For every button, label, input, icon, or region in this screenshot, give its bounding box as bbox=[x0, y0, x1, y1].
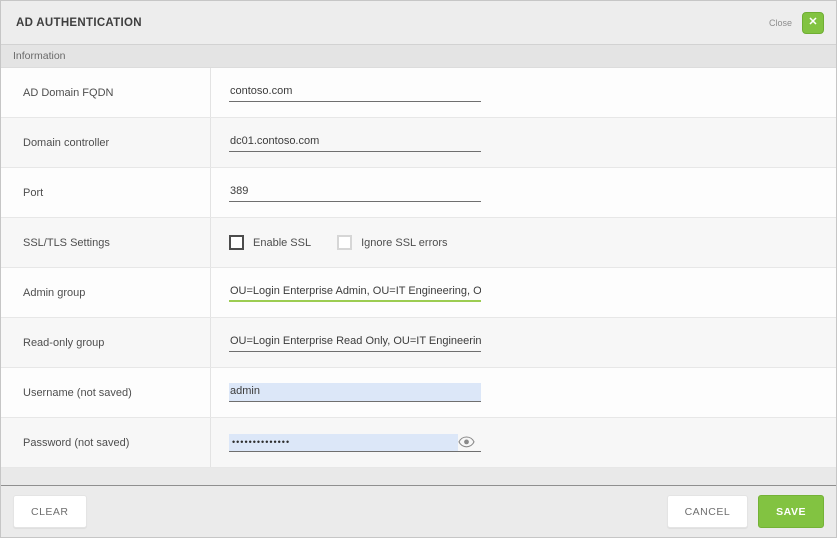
cancel-button[interactable]: CANCEL bbox=[667, 495, 749, 528]
row-domain-controller: Domain controller dc01.contoso.com bbox=[1, 118, 836, 168]
field-cell: contoso.com bbox=[211, 68, 836, 117]
row-port: Port 389 bbox=[1, 168, 836, 218]
ad-authentication-dialog: AD AUTHENTICATION Close ✕ Information AD… bbox=[0, 0, 837, 538]
input-value: dc01.contoso.com bbox=[230, 135, 319, 147]
field-cell: •••••••••••••• bbox=[211, 418, 836, 467]
field-cell: Enable SSL Ignore SSL errors bbox=[211, 218, 836, 267]
field-label-password: Password (not saved) bbox=[1, 418, 211, 467]
row-read-only-group: Read-only group OU=Login Enterprise Read… bbox=[1, 318, 836, 368]
field-cell: admin bbox=[211, 368, 836, 417]
ignore-ssl-errors-label: Ignore SSL errors bbox=[361, 237, 447, 249]
save-button[interactable]: SAVE bbox=[758, 495, 824, 528]
row-admin-group: Admin group OU=Login Enterprise Admin, O… bbox=[1, 268, 836, 318]
close-button[interactable]: ✕ bbox=[802, 12, 824, 34]
form-table: AD Domain FQDN contoso.com Domain contro… bbox=[1, 68, 836, 468]
username-input[interactable]: admin bbox=[229, 383, 481, 402]
field-label-username: Username (not saved) bbox=[1, 368, 211, 417]
enable-ssl-checkbox[interactable] bbox=[229, 235, 244, 250]
dialog-footer: CLEAR CANCEL SAVE bbox=[1, 485, 836, 537]
field-cell: OU=Login Enterprise Read Only, OU=IT Eng… bbox=[211, 318, 836, 367]
read-only-group-input[interactable]: OU=Login Enterprise Read Only, OU=IT Eng… bbox=[229, 333, 481, 352]
row-ssl-tls-settings: SSL/TLS Settings Enable SSL Ignore SSL e… bbox=[1, 218, 836, 268]
admin-group-input[interactable]: OU=Login Enterprise Admin, OU=IT Enginee… bbox=[229, 283, 481, 302]
ignore-ssl-errors-checkbox[interactable] bbox=[337, 235, 352, 250]
footer-spacer bbox=[1, 468, 836, 485]
ad-domain-fqdn-input[interactable]: contoso.com bbox=[229, 83, 481, 102]
row-password: Password (not saved) •••••••••••••• bbox=[1, 418, 836, 468]
field-cell: 389 bbox=[211, 168, 836, 217]
enable-ssl-label: Enable SSL bbox=[253, 237, 311, 249]
masked-password-value: •••••••••••••• bbox=[229, 434, 458, 451]
field-label-ssl-tls-settings: SSL/TLS Settings bbox=[1, 218, 211, 267]
input-value: OU=Login Enterprise Read Only, OU=IT Eng… bbox=[230, 335, 481, 347]
field-label-domain-controller: Domain controller bbox=[1, 118, 211, 167]
input-value: admin bbox=[230, 385, 260, 397]
field-cell: OU=Login Enterprise Admin, OU=IT Enginee… bbox=[211, 268, 836, 317]
domain-controller-input[interactable]: dc01.contoso.com bbox=[229, 133, 481, 152]
header-right: Close ✕ bbox=[769, 12, 824, 34]
field-label-port: Port bbox=[1, 168, 211, 217]
input-value: contoso.com bbox=[230, 85, 292, 97]
field-label-read-only-group: Read-only group bbox=[1, 318, 211, 367]
field-label-admin-group: Admin group bbox=[1, 268, 211, 317]
input-value: OU=Login Enterprise Admin, OU=IT Enginee… bbox=[230, 285, 481, 297]
field-cell: dc01.contoso.com bbox=[211, 118, 836, 167]
input-value: 389 bbox=[230, 185, 248, 197]
close-label: Close bbox=[769, 18, 792, 28]
close-icon: ✕ bbox=[808, 17, 817, 28]
eye-icon[interactable] bbox=[458, 436, 475, 448]
footer-actions: CANCEL SAVE bbox=[667, 495, 824, 528]
clear-button[interactable]: CLEAR bbox=[13, 495, 87, 528]
section-title: Information bbox=[13, 50, 66, 62]
row-username: Username (not saved) admin bbox=[1, 368, 836, 418]
dialog-title: AD AUTHENTICATION bbox=[16, 17, 142, 29]
dialog-header: AD AUTHENTICATION Close ✕ bbox=[1, 1, 836, 45]
row-ad-domain-fqdn: AD Domain FQDN contoso.com bbox=[1, 68, 836, 118]
port-input[interactable]: 389 bbox=[229, 183, 481, 202]
field-label-ad-domain-fqdn: AD Domain FQDN bbox=[1, 68, 211, 117]
password-input[interactable]: •••••••••••••• bbox=[229, 434, 481, 452]
section-header-information: Information bbox=[1, 45, 836, 68]
